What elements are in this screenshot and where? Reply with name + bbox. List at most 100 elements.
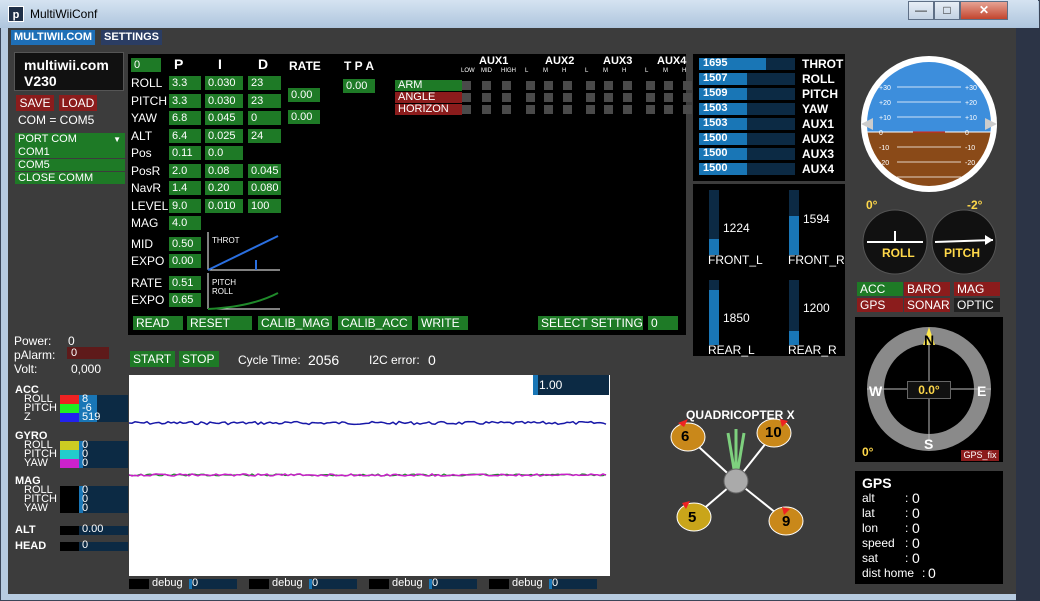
mid-value[interactable]: 0.50 (169, 237, 201, 251)
aux-checkbox[interactable] (502, 93, 511, 102)
aux-checkbox[interactable] (482, 81, 491, 90)
sensor-color-swatch (60, 413, 79, 422)
pitch-dial-label: PITCH (944, 246, 980, 260)
pid-i-value[interactable]: 0.20 (205, 181, 243, 195)
aux-checkbox[interactable] (563, 81, 572, 90)
graph-scale-slider[interactable]: 1.00 (533, 375, 609, 395)
tab-settings[interactable]: SETTINGS (101, 30, 163, 45)
aux-checkbox[interactable] (482, 93, 491, 102)
aux-checkbox[interactable] (683, 93, 692, 102)
write-button[interactable]: WRITE (418, 316, 468, 330)
pid-p-value[interactable]: 6.4 (169, 128, 201, 143)
pid-p-value[interactable]: 3.3 (169, 76, 201, 90)
pid-i-value[interactable]: 0.030 (205, 93, 243, 108)
start-button[interactable]: START (130, 351, 175, 367)
close-comm-button[interactable]: CLOSE COMM (15, 172, 125, 184)
read-button[interactable]: READ (133, 316, 183, 330)
pid-p-value[interactable]: 6.8 (169, 111, 201, 125)
pid-d-value[interactable]: 100 (248, 198, 281, 213)
aux-checkbox[interactable] (586, 81, 595, 90)
pid-d-value[interactable]: 23 (248, 93, 281, 108)
aux-checkbox[interactable] (526, 93, 535, 102)
expo-value[interactable]: 0.00 (169, 254, 201, 268)
setting-value[interactable]: 0 (131, 58, 161, 72)
aux-checkbox[interactable] (563, 93, 572, 102)
aux-checkbox[interactable] (664, 105, 673, 114)
pid-d-value[interactable]: 0.080 (248, 181, 281, 195)
pid-i-value[interactable]: 0.0 (205, 146, 243, 160)
pid-p-value[interactable]: 2.0 (169, 163, 201, 178)
select-setting-value[interactable]: 0 (648, 316, 678, 330)
rate-value[interactable]: 0.51 (169, 276, 201, 290)
port-option-com5[interactable]: COM5 (15, 159, 125, 171)
pid-d-value[interactable]: 23 (248, 76, 281, 90)
aux-checkbox[interactable] (544, 81, 553, 90)
compass-south: S (924, 436, 934, 452)
aux-checkbox[interactable] (586, 105, 595, 114)
aux-checkbox[interactable] (623, 81, 632, 90)
aux-checkbox[interactable] (623, 93, 632, 102)
i2c-error-value: 0 (428, 352, 436, 368)
aux-checkbox[interactable] (683, 105, 692, 114)
save-button[interactable]: SAVE (16, 95, 54, 111)
aux-checkbox[interactable] (586, 93, 595, 102)
aux-checkbox[interactable] (604, 81, 613, 90)
aux-checkbox[interactable] (664, 93, 673, 102)
pid-i-value[interactable]: 0.025 (205, 128, 243, 143)
pid-i-value[interactable]: 0.030 (205, 76, 243, 90)
aux-checkbox[interactable] (604, 93, 613, 102)
aux-checkbox[interactable] (462, 81, 471, 90)
rate-yaw[interactable]: 0.00 (288, 110, 320, 124)
pid-p-value[interactable]: 3.3 (169, 93, 201, 108)
pid-d-value[interactable]: 24 (248, 128, 281, 143)
pid-p-value[interactable]: 1.4 (169, 181, 201, 195)
palarm-input[interactable]: 0 (67, 347, 109, 359)
pid-p-value[interactable]: 4.0 (169, 216, 201, 230)
aux-checkbox[interactable] (664, 81, 673, 90)
load-button[interactable]: LOAD (59, 95, 97, 111)
expo2-value[interactable]: 0.65 (169, 293, 201, 307)
aux-checkbox[interactable] (462, 105, 471, 114)
aux-checkbox[interactable] (502, 81, 511, 90)
aux-checkbox[interactable] (604, 105, 613, 114)
pid-i-value[interactable]: 0.08 (205, 163, 243, 178)
pid-i-value[interactable]: 0.010 (205, 198, 243, 213)
pid-d-value[interactable]: 0.045 (248, 163, 281, 178)
calib-mag-button[interactable]: CALIB_MAG (258, 316, 332, 330)
pid-i-value[interactable]: 0.045 (205, 111, 243, 125)
aux-sub-label: LOW (461, 68, 475, 74)
reset-button[interactable]: RESET (187, 316, 252, 330)
aux-sub-label: H (682, 68, 687, 74)
pid-row-label: PITCH (131, 93, 167, 108)
maximize-button[interactable]: □ (934, 1, 960, 20)
aux-sub-label: L (525, 68, 529, 74)
calib-acc-button[interactable]: CALIB_ACC (338, 316, 412, 330)
aux-sub-label: L (585, 68, 589, 74)
stop-button[interactable]: STOP (179, 351, 219, 367)
aux-checkbox[interactable] (544, 93, 553, 102)
aux-checkbox[interactable] (683, 81, 692, 90)
aux-checkbox[interactable] (646, 93, 655, 102)
tpa-value[interactable]: 0.00 (343, 79, 375, 93)
aux-checkbox[interactable] (526, 81, 535, 90)
aux-checkbox[interactable] (526, 105, 535, 114)
aux-checkbox[interactable] (482, 105, 491, 114)
aux-checkbox[interactable] (646, 81, 655, 90)
aux-checkbox[interactable] (462, 93, 471, 102)
pid-p-value[interactable]: 0.11 (169, 146, 201, 160)
close-window-button[interactable]: ✕ (960, 1, 1008, 20)
aux-checkbox[interactable] (502, 105, 511, 114)
port-option-com1[interactable]: COM1 (15, 146, 125, 158)
select-setting-button[interactable]: SELECT SETTING (538, 316, 643, 330)
aux-checkbox[interactable] (623, 105, 632, 114)
aux-checkbox[interactable] (544, 105, 553, 114)
rate-rollpitch[interactable]: 0.00 (288, 88, 320, 102)
pid-d-value[interactable]: 0 (248, 111, 281, 125)
aux-checkbox[interactable] (563, 105, 572, 114)
aux-checkbox[interactable] (646, 105, 655, 114)
port-com-dropdown[interactable]: PORT COM ▼ (15, 133, 125, 146)
graph-scale-value: 1.00 (539, 378, 563, 392)
minimize-button[interactable]: — (908, 1, 934, 20)
tab-multiwii[interactable]: MULTIWII.COM (11, 30, 95, 45)
pid-p-value[interactable]: 9.0 (169, 198, 201, 213)
